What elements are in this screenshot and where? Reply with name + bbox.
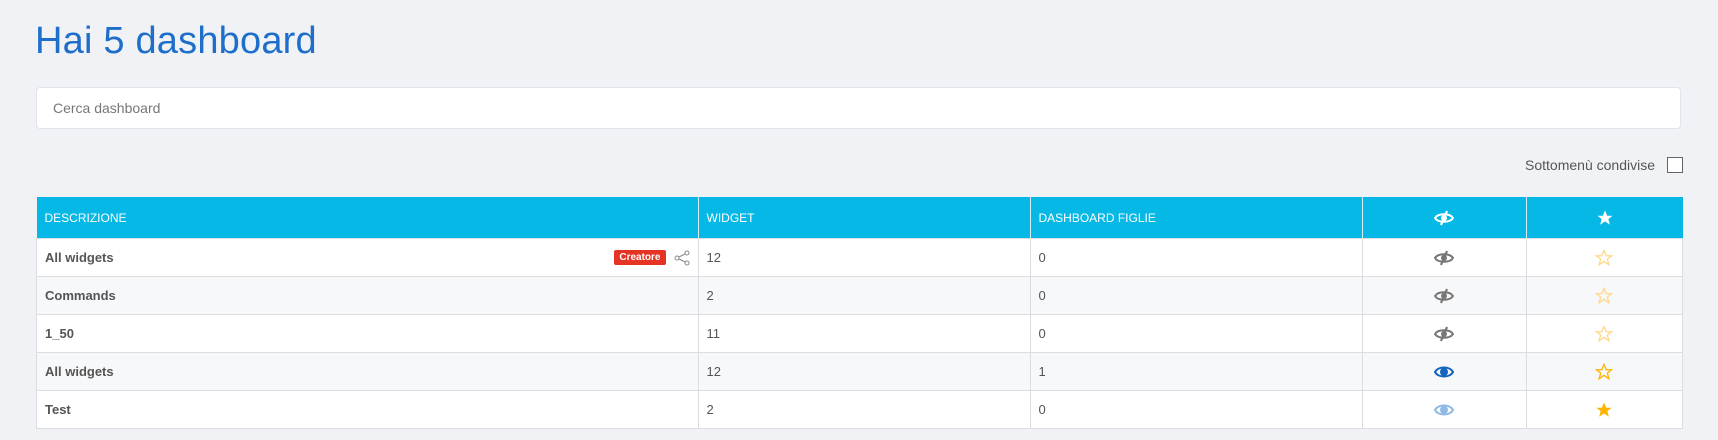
shared-submenus-label: Sottomenù condivise	[1525, 157, 1655, 173]
dashboard-name[interactable]: 1_50	[45, 326, 690, 341]
row-visibility-toggle[interactable]	[1361, 238, 1527, 277]
row-children-count: 0	[1029, 390, 1363, 429]
eye-icon[interactable]	[1434, 364, 1454, 379]
star-outline-icon[interactable]	[1595, 286, 1614, 304]
star-icon	[1596, 210, 1614, 225]
dashboard-name[interactable]: All widgets	[45, 364, 690, 379]
row-favorite-toggle[interactable]	[1525, 314, 1683, 353]
row-favorite-toggle[interactable]	[1525, 238, 1683, 277]
star-outline-icon[interactable]	[1595, 248, 1614, 266]
star-filled-icon[interactable]	[1595, 401, 1613, 417]
row-description[interactable]: 1_50	[36, 314, 699, 353]
creator-badge: Creatore	[614, 250, 666, 265]
dashboard-name[interactable]: Commands	[45, 288, 690, 303]
shared-submenus-toggle[interactable]: Sottomenù condivise	[1525, 157, 1683, 173]
header-visibility[interactable]	[1362, 197, 1527, 239]
row-widget-count: 11	[697, 314, 1031, 353]
eye-slash-icon[interactable]	[1434, 249, 1454, 266]
dashboard-name[interactable]: Test	[45, 402, 690, 417]
row-widget-count: 12	[697, 352, 1031, 391]
page-title: Hai 5 dashboard	[35, 20, 317, 62]
header-description[interactable]: DESCRIZIONE	[36, 197, 699, 239]
share-icon[interactable]	[674, 249, 690, 266]
row-description[interactable]: Commands	[36, 276, 699, 315]
eye-slash-icon[interactable]	[1434, 325, 1454, 342]
row-widget-count: 2	[697, 276, 1031, 315]
eye-slash-icon	[1434, 210, 1454, 225]
header-children[interactable]: DASHBOARD FIGLIE	[1030, 197, 1363, 239]
row-favorite-toggle[interactable]	[1525, 390, 1683, 429]
row-description[interactable]: All widgets	[36, 352, 699, 391]
header-favorite[interactable]	[1526, 197, 1683, 239]
table-row[interactable]: 1_50 11 0	[36, 314, 1683, 353]
row-children-count: 0	[1029, 314, 1363, 353]
table-row[interactable]: Commands 2 0	[36, 276, 1683, 315]
dashboard-name[interactable]: All widgets	[45, 250, 614, 265]
row-favorite-toggle[interactable]	[1525, 276, 1683, 315]
row-favorite-toggle[interactable]	[1525, 352, 1683, 391]
table-row[interactable]: Test 2 0	[36, 390, 1683, 429]
table-row[interactable]: All widgets 12 1	[36, 352, 1683, 391]
row-visibility-toggle[interactable]	[1361, 352, 1527, 391]
row-children-count: 0	[1029, 238, 1363, 277]
row-visibility-toggle[interactable]	[1361, 390, 1527, 429]
row-visibility-toggle[interactable]	[1361, 314, 1527, 353]
row-description[interactable]: All widgets Creatore	[36, 238, 699, 277]
row-widget-count: 2	[697, 390, 1031, 429]
row-children-count: 1	[1029, 352, 1363, 391]
star-outline-icon[interactable]	[1595, 362, 1614, 380]
shared-submenus-checkbox[interactable]	[1667, 157, 1683, 173]
table-row[interactable]: All widgets Creatore 12 0	[36, 238, 1683, 277]
row-description[interactable]: Test	[36, 390, 699, 429]
header-widget[interactable]: WIDGET	[698, 197, 1031, 239]
row-visibility-toggle[interactable]	[1361, 276, 1527, 315]
dashboard-table: DESCRIZIONE WIDGET DASHBOARD FIGLIE All …	[36, 197, 1683, 429]
search-input[interactable]	[36, 87, 1681, 129]
eye-slash-icon[interactable]	[1434, 287, 1454, 304]
row-children-count: 0	[1029, 276, 1363, 315]
star-outline-icon[interactable]	[1595, 324, 1614, 342]
eye-icon[interactable]	[1434, 402, 1454, 417]
row-widget-count: 12	[697, 238, 1031, 277]
